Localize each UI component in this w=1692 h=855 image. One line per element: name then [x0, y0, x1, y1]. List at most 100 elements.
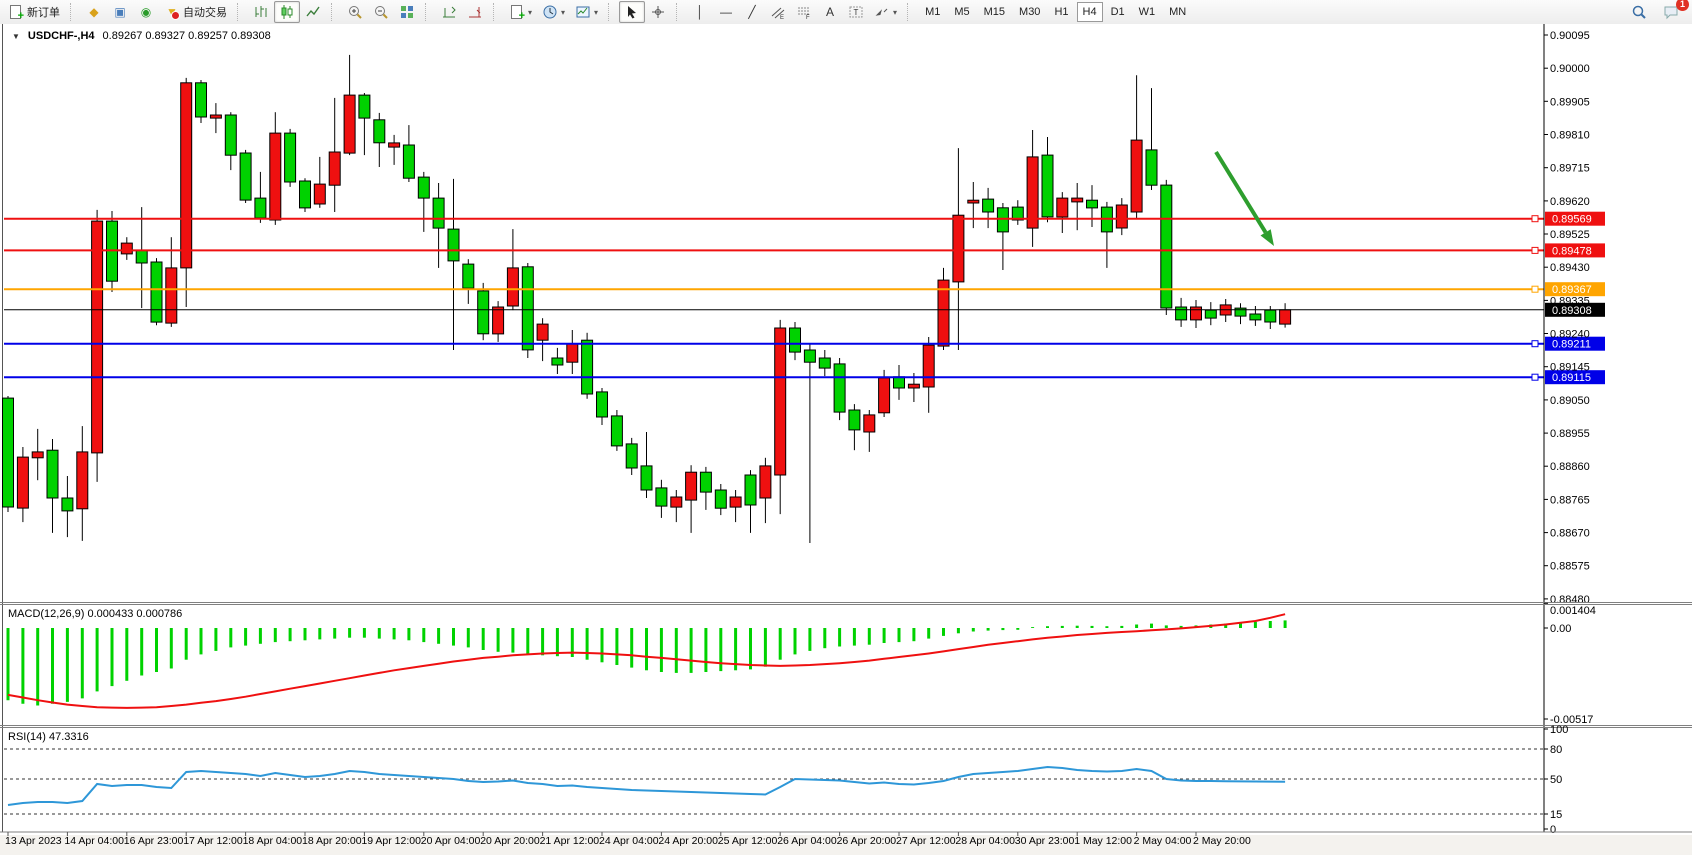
trendline-button[interactable]: ╱ [739, 1, 765, 23]
auto-scroll-icon [441, 4, 457, 20]
svg-text:0.90095: 0.90095 [1550, 30, 1590, 42]
svg-text:50: 50 [1550, 774, 1562, 786]
svg-text:0.89050: 0.89050 [1550, 395, 1590, 407]
chart-window-button[interactable]: ▣ [107, 1, 133, 23]
svg-text:0.89211: 0.89211 [1552, 339, 1591, 351]
svg-text:18 Apr 20:00: 18 Apr 20:00 [302, 835, 362, 847]
chart-title: ▼ USDCHF-,H4 0.89267 0.89327 0.89257 0.8… [12, 30, 271, 42]
timeframe-w1[interactable]: W1 [1133, 2, 1162, 22]
svg-text:0.89145: 0.89145 [1550, 362, 1590, 374]
notification-badge: 1 [1676, 0, 1689, 11]
svg-text:13 Apr 2023: 13 Apr 2023 [5, 835, 62, 847]
svg-text:0.89715: 0.89715 [1550, 163, 1590, 175]
timeframe-m15[interactable]: M15 [978, 2, 1011, 22]
bar-chart-icon [253, 4, 269, 20]
style-button[interactable]: ◆ [81, 1, 107, 23]
svg-text:18 Apr 04:00: 18 Apr 04:00 [243, 835, 303, 847]
timeframe-mn[interactable]: MN [1163, 2, 1192, 22]
fibonacci-button[interactable]: F [791, 1, 817, 23]
cursor-button[interactable] [619, 1, 645, 23]
svg-text:T: T [854, 8, 859, 17]
auto-trading-icon: ▼ [164, 4, 180, 20]
svg-text:20 Apr 20:00: 20 Apr 20:00 [480, 835, 540, 847]
svg-text:0.89367: 0.89367 [1552, 284, 1592, 296]
svg-text:28 Apr 04:00: 28 Apr 04:00 [955, 835, 1015, 847]
channel-icon: E [770, 4, 786, 20]
horizontal-line-button[interactable]: — [713, 1, 739, 23]
search-button[interactable] [1626, 1, 1652, 23]
style-icon: ◆ [86, 4, 102, 20]
periods-button[interactable]: ▾ [537, 1, 570, 23]
svg-text:0.89335: 0.89335 [1550, 295, 1590, 307]
horizontal-line-icon: — [718, 4, 734, 20]
candlestick-button[interactable] [274, 1, 300, 23]
svg-text:30 Apr 23:00: 30 Apr 23:00 [1015, 835, 1075, 847]
zoom-in-button[interactable] [342, 1, 368, 23]
signal-button[interactable]: ◉ [133, 1, 159, 23]
crosshair-icon [650, 4, 666, 20]
channel-button[interactable]: E [765, 1, 791, 23]
svg-text:0.001404: 0.001404 [1550, 605, 1596, 617]
svg-text:0.88670: 0.88670 [1550, 528, 1590, 540]
text-icon: A [822, 4, 838, 20]
chart-shift-button[interactable] [462, 1, 488, 23]
chart-area[interactable]: 0.895690.894780.893670.893080.892110.891… [0, 24, 1692, 855]
text-label-button[interactable]: T [843, 1, 869, 23]
svg-text:0.88955: 0.88955 [1550, 428, 1590, 440]
timeframe-h1[interactable]: H1 [1048, 2, 1074, 22]
svg-text:0.00: 0.00 [1550, 623, 1571, 635]
chart-canvas[interactable]: 0.895690.894780.893670.893080.892110.891… [0, 24, 1692, 855]
periods-icon [542, 4, 558, 20]
svg-text:0.89525: 0.89525 [1550, 229, 1590, 241]
timeframe-m30[interactable]: M30 [1013, 2, 1046, 22]
svg-text:25 Apr 12:00: 25 Apr 12:00 [718, 835, 778, 847]
search-icon [1631, 4, 1647, 20]
timeframe-group: M1M5M15M30H1H4D1W1MN [915, 1, 1196, 23]
svg-text:0.89240: 0.89240 [1550, 329, 1590, 341]
timeframe-m5[interactable]: M5 [948, 2, 975, 22]
crosshair-button[interactable] [645, 1, 671, 23]
line-chart-button[interactable] [300, 1, 326, 23]
ohlc-values: 0.89267 0.89327 0.89257 0.89308 [103, 30, 271, 42]
svg-text:0.89620: 0.89620 [1550, 196, 1590, 208]
bar-chart-button[interactable] [248, 1, 274, 23]
timeframe-m1[interactable]: M1 [919, 2, 946, 22]
candlestick-icon [279, 4, 295, 20]
indicators-button[interactable]: +▾ [504, 1, 537, 23]
auto-trading-label: 自动交易 [183, 4, 227, 20]
chart-window-icon: ▣ [112, 4, 128, 20]
svg-text:0.89905: 0.89905 [1550, 96, 1590, 108]
arrows-icon [874, 4, 890, 20]
templates-icon [575, 4, 591, 20]
chat-button[interactable]: 1 [1658, 1, 1684, 23]
trendline-icon: ╱ [744, 4, 760, 20]
symbol-period: USDCHF-,H4 [28, 30, 95, 42]
svg-text:26 Apr 04:00: 26 Apr 04:00 [777, 835, 837, 847]
svg-text:19 Apr 12:00: 19 Apr 12:00 [361, 835, 421, 847]
templates-button[interactable]: ▾ [570, 1, 603, 23]
tile-windows-button[interactable] [394, 1, 420, 23]
svg-text:24 Apr 04:00: 24 Apr 04:00 [599, 835, 659, 847]
text-label-icon: T [848, 4, 864, 20]
text-button[interactable]: A [817, 1, 843, 23]
svg-text:14 Apr 04:00: 14 Apr 04:00 [64, 835, 124, 847]
mt4-window: + 新订单 ◆ ▣ ◉ ▼ 自动交易 [0, 0, 1692, 855]
new-order-button[interactable]: + 新订单 [3, 1, 65, 23]
svg-text:16 Apr 23:00: 16 Apr 23:00 [124, 835, 184, 847]
svg-text:24 Apr 20:00: 24 Apr 20:00 [658, 835, 718, 847]
zoom-out-button[interactable] [368, 1, 394, 23]
vertical-line-button[interactable]: │ [687, 1, 713, 23]
timeframe-d1[interactable]: D1 [1105, 2, 1131, 22]
rsi-label: RSI(14) 47.3316 [8, 731, 89, 743]
auto-scroll-button[interactable] [436, 1, 462, 23]
arrows-button[interactable]: ▾ [869, 1, 902, 23]
svg-text:0.89569: 0.89569 [1552, 214, 1592, 226]
auto-trading-button[interactable]: ▼ 自动交易 [159, 1, 232, 23]
svg-text:0: 0 [1550, 824, 1556, 836]
cursor-icon [624, 4, 640, 20]
svg-text:0.88575: 0.88575 [1550, 561, 1590, 573]
svg-text:0.88765: 0.88765 [1550, 494, 1590, 506]
timeframe-h4[interactable]: H4 [1077, 2, 1103, 22]
date-axis: 13 Apr 202314 Apr 04:0016 Apr 23:0017 Ap… [5, 832, 1251, 847]
svg-text:E: E [780, 15, 784, 20]
